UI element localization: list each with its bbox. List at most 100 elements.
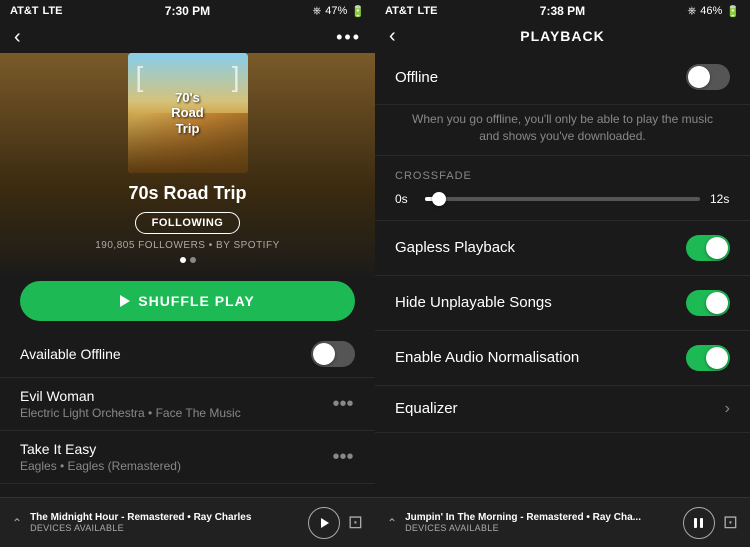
right-carrier: AT&T — [385, 5, 414, 17]
np-info: The Midnight Hour - Remastered • Ray Cha… — [30, 512, 300, 533]
offline-row: Available Offline — [0, 331, 375, 378]
hide-unplayable-toggle[interactable] — [686, 290, 730, 316]
normalisation-toggle[interactable] — [686, 345, 730, 371]
playlist-title: 70s Road Trip — [128, 183, 246, 204]
offline-label: Available Offline — [20, 346, 121, 362]
settings-normalisation: Enable Audio Normalisation — [375, 331, 750, 386]
right-battery: 46% — [700, 5, 722, 17]
left-status-left: AT&T LTE — [10, 5, 62, 17]
crossfade-row: 0s 12s — [395, 192, 730, 206]
right-now-playing-bar[interactable]: ⌃ Jumpin' In The Morning - Remastered • … — [375, 497, 750, 547]
left-battery: 47% — [325, 5, 347, 17]
right-status-right: ⎈ 46% 🔋 — [687, 5, 740, 18]
play-icon — [120, 295, 130, 307]
right-battery-icon: 🔋 — [726, 5, 740, 18]
left-carrier: AT&T — [10, 5, 39, 17]
track-meta: Eagles • Eagles (Remastered) — [20, 459, 331, 473]
right-nav-title: PLAYBACK — [520, 28, 605, 44]
album-art: [ ] 70's Road Trip — [128, 53, 248, 173]
track-meta: Electric Light Orchestra • Face The Musi… — [20, 406, 331, 420]
more-button[interactable]: ••• — [336, 27, 361, 48]
right-back-button[interactable]: ‹ — [389, 25, 396, 48]
track-info: Evil Woman Electric Light Orchestra • Fa… — [20, 388, 331, 420]
offline-settings-toggle[interactable] — [686, 64, 730, 90]
settings-gapless-label: Gapless Playback — [395, 239, 515, 256]
settings-offline: Offline — [375, 50, 750, 105]
left-status-right: ⎈ 47% 🔋 — [312, 5, 365, 18]
right-signal: LTE — [418, 5, 438, 17]
settings-hide-label: Hide Unplayable Songs — [395, 294, 552, 311]
toggle-thumb — [706, 347, 728, 369]
right-expand-icon: ⌃ — [387, 516, 397, 530]
slider-thumb — [432, 192, 446, 206]
dot-1 — [180, 257, 186, 263]
toggle-thumb — [706, 292, 728, 314]
right-time: 7:38 PM — [540, 4, 585, 18]
crossfade-slider[interactable] — [425, 197, 700, 201]
right-np-title: Jumpin' In The Morning - Remastered • Ra… — [405, 512, 675, 523]
left-bluetooth-icon: ⎈ — [312, 5, 321, 18]
settings-equalizer-label: Equalizer — [395, 400, 458, 417]
shuffle-label: SHUFFLE PLAY — [138, 293, 255, 309]
chevron-right-icon: › — [725, 400, 730, 418]
track-item[interactable]: Evil Woman Electric Light Orchestra • Fa… — [0, 378, 375, 431]
play-button[interactable] — [308, 507, 340, 539]
offline-toggle[interactable] — [311, 341, 355, 367]
settings-equalizer[interactable]: Equalizer › — [375, 386, 750, 433]
right-status-bar: AT&T LTE 7:38 PM ⎈ 46% 🔋 — [375, 0, 750, 22]
right-panel: AT&T LTE 7:38 PM ⎈ 46% 🔋 ‹ PLAYBACK Offl… — [375, 0, 750, 547]
track-more-button[interactable]: ••• — [331, 446, 355, 469]
settings-offline-label: Offline — [395, 69, 438, 86]
pause-bar-2 — [700, 518, 703, 528]
pause-button[interactable] — [683, 507, 715, 539]
gapless-toggle[interactable] — [686, 235, 730, 261]
right-nav: ‹ PLAYBACK — [375, 22, 750, 50]
crossfade-min: 0s — [395, 192, 415, 206]
settings-normalisation-label: Enable Audio Normalisation — [395, 349, 579, 366]
page-dots — [180, 257, 196, 263]
devices-icon[interactable]: ⊡ — [348, 512, 363, 533]
right-status-left: AT&T LTE — [385, 5, 437, 17]
left-battery-icon: 🔋 — [351, 5, 365, 18]
crossfade-section: CROSSFADE 0s 12s — [375, 156, 750, 221]
crossfade-label: CROSSFADE — [395, 170, 730, 182]
left-status-bar: AT&T LTE 7:30 PM ⎈ 47% 🔋 — [0, 0, 375, 22]
followers-text: 190,805 FOLLOWERS • BY SPOTIFY — [95, 240, 280, 251]
track-name: Evil Woman — [20, 388, 331, 404]
settings-list: Offline When you go offline, you'll only… — [375, 50, 750, 497]
settings-gapless: Gapless Playback — [375, 221, 750, 276]
shuffle-play-button[interactable]: SHUFFLE PLAY — [20, 281, 355, 321]
right-bluetooth-icon: ⎈ — [687, 5, 696, 18]
left-time: 7:30 PM — [165, 4, 210, 18]
np-title: The Midnight Hour - Remastered • Ray Cha… — [30, 512, 300, 523]
left-signal: LTE — [43, 5, 63, 17]
bracket-left: [ — [136, 61, 144, 93]
toggle-thumb — [706, 237, 728, 259]
playlist-header: [ ] 70's Road Trip 70s Road Trip FOLLOWI… — [0, 53, 375, 281]
play-icon — [321, 518, 329, 528]
track-item[interactable]: Dreams Fleetwood Mac • Rumours ••• — [0, 484, 375, 497]
right-np-sub: DEVICES AVAILABLE — [405, 523, 675, 533]
right-np-info: Jumpin' In The Morning - Remastered • Ra… — [405, 512, 675, 533]
toggle-thumb — [313, 343, 335, 365]
track-item[interactable]: Take It Easy Eagles • Eagles (Remastered… — [0, 431, 375, 484]
dot-2 — [190, 257, 196, 263]
right-devices-icon[interactable]: ⊡ — [723, 512, 738, 533]
track-name: Take It Easy — [20, 441, 331, 457]
track-list: Evil Woman Electric Light Orchestra • Fa… — [0, 378, 375, 497]
np-sub: DEVICES AVAILABLE — [30, 523, 300, 533]
offline-description: When you go offline, you'll only be able… — [375, 105, 750, 156]
follow-button[interactable]: FOLLOWING — [135, 212, 241, 234]
back-button[interactable]: ‹ — [14, 26, 21, 49]
left-nav-bar: ‹ ••• — [0, 22, 375, 53]
left-panel: AT&T LTE 7:30 PM ⎈ 47% 🔋 ‹ ••• [ ] 70's … — [0, 0, 375, 547]
settings-hide-unplayable: Hide Unplayable Songs — [375, 276, 750, 331]
track-more-button[interactable]: ••• — [331, 393, 355, 416]
album-art-text: 70's Road Trip — [171, 90, 204, 137]
toggle-thumb — [688, 66, 710, 88]
bracket-right: ] — [232, 61, 240, 93]
expand-icon: ⌃ — [12, 516, 22, 530]
pause-bar-1 — [694, 518, 697, 528]
track-info: Take It Easy Eagles • Eagles (Remastered… — [20, 441, 331, 473]
now-playing-bar[interactable]: ⌃ The Midnight Hour - Remastered • Ray C… — [0, 497, 375, 547]
